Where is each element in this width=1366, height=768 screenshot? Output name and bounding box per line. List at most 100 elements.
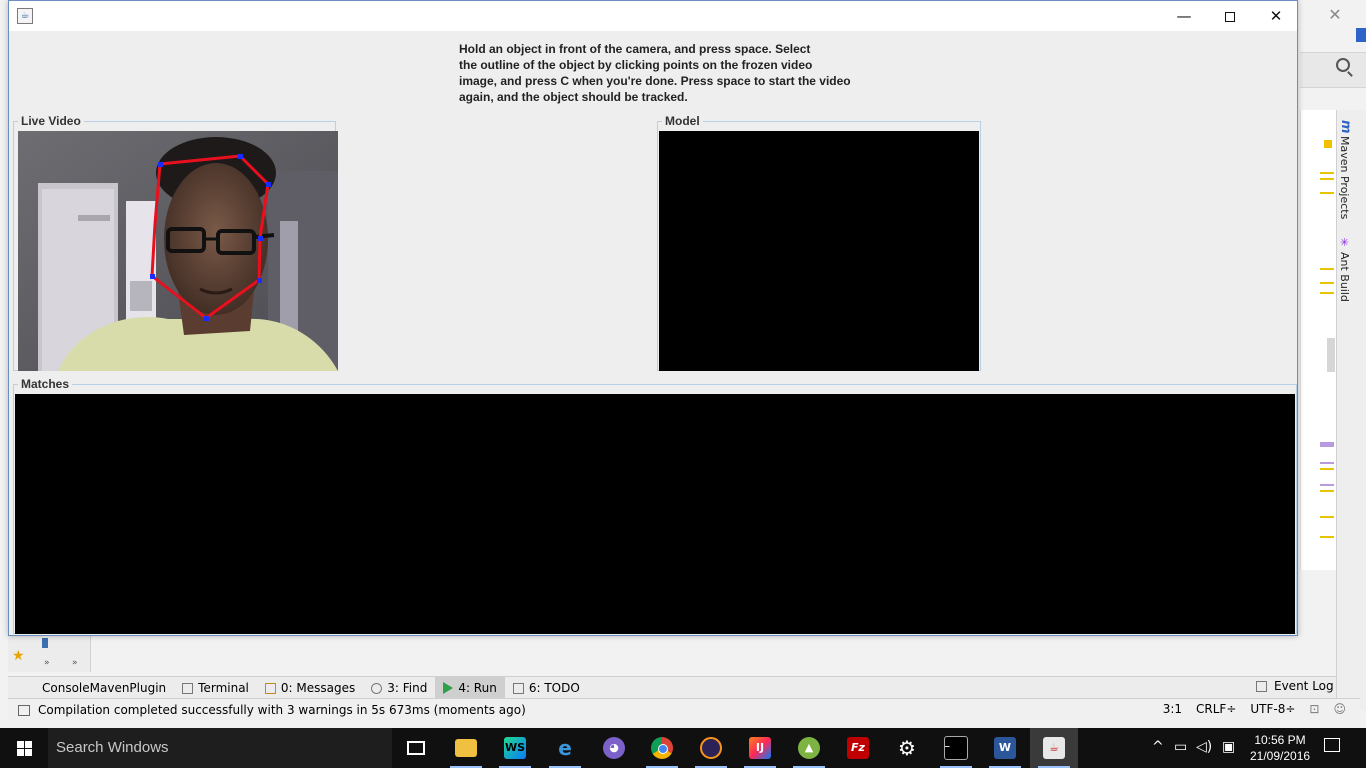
cmd-icon[interactable]: _ [932,728,980,768]
windows-taskbar: Search Windows WS e ◕ IJ ▲ Fz ⚙ _ W ☕ ^ … [0,728,1366,768]
taskbar-search[interactable]: Search Windows [48,728,392,768]
volume-icon[interactable]: ◁) [1196,739,1212,755]
matches-canvas [15,394,1295,634]
live-video-feed[interactable] [18,131,338,371]
show-hidden-icons-icon[interactable]: ^ [1152,739,1164,755]
java-window-icon[interactable]: ☕ [17,8,33,24]
warning-marker[interactable] [1320,490,1334,492]
todo-icon [512,682,524,694]
ide-close-icon[interactable]: ✕ [1326,6,1344,24]
webstorm-icon[interactable]: WS [491,728,539,768]
status-message[interactable]: Compilation completed successfully with … [38,703,526,717]
matches-panel: Matches [13,377,1297,634]
tab-label: 6: TODO [528,681,580,695]
ant-icon: ✳ [1338,236,1351,249]
maximize-button[interactable] [1207,1,1253,31]
intellij-icon[interactable]: IJ [736,728,784,768]
tab-label: Terminal [198,681,249,695]
android-studio-icon[interactable]: ▲ [785,728,833,768]
tab-label: ConsoleMavenPlugin [42,681,167,695]
network-icon[interactable]: ▣ [1222,739,1235,755]
tab-ant-build[interactable]: Ant Build [1338,252,1351,302]
live-video-panel: Live Video [13,114,338,371]
tab-label: 3: Find [387,681,428,695]
tab-messages[interactable]: 0: Messages [257,677,363,699]
tab-find[interactable]: 3: Find [363,677,435,699]
windows-logo-icon [17,741,32,756]
chrome-icon[interactable] [638,728,686,768]
warning-marker[interactable] [1320,516,1334,518]
start-button[interactable] [0,728,48,768]
model-title: Model [662,114,703,128]
search-placeholder: Search Windows [56,739,169,756]
warning-marker[interactable] [1320,172,1334,174]
instruction-line: Hold an object in front of the camera, a… [459,42,811,56]
run-icon [443,682,454,694]
warning-marker[interactable] [1320,292,1334,294]
filezilla-icon[interactable]: Fz [834,728,882,768]
window-titlebar[interactable]: ☕ — ✕ [9,1,1297,31]
clock-time: 10:56 PM [1254,733,1306,747]
tab-terminal[interactable]: Terminal [174,677,257,699]
status-indicators: 3:1 CRLF÷ UTF-8÷ ⊡ ☺ [1163,702,1346,716]
event-log-icon [1256,680,1267,692]
video-frame[interactable] [18,131,338,371]
line-separator[interactable]: CRLF÷ [1196,702,1236,716]
messages-icon [264,682,276,694]
ide-run-toolbar: ★ » » [8,636,91,672]
favorites-icon[interactable]: ★ [12,648,25,664]
bottom-tool-tabs: ConsoleMavenPlugin Terminal 0: Messages … [8,676,1336,699]
github-desktop-icon[interactable]: ◕ [590,728,638,768]
tab-run[interactable]: 4: Run [435,677,505,699]
clock-date: 21/09/2016 [1250,749,1311,763]
battery-icon[interactable]: ▭ [1174,739,1187,755]
taskbar-clock[interactable]: 10:56 PM 21/09/2016 [1250,732,1310,764]
tab-label: 0: Messages [280,681,356,695]
instruction-line: image, and press C when you're done. Pre… [459,74,851,88]
tab-todo[interactable]: 6: TODO [505,677,588,699]
ide-status-bar: Compilation completed successfully with … [8,698,1360,721]
warning-marker[interactable] [1320,178,1334,180]
maximize-icon [1225,11,1235,22]
more-icon[interactable]: » [72,658,78,668]
toggle-tool-windows-icon[interactable] [18,704,30,716]
file-explorer-icon[interactable] [442,728,490,768]
event-log-button[interactable]: Event Log [1256,679,1334,693]
change-marker[interactable] [1320,442,1334,447]
inspector-icon[interactable]: ☺ [1333,702,1346,716]
warning-marker[interactable] [1320,536,1334,538]
warning-marker[interactable] [1320,282,1334,284]
event-log-label: Event Log [1274,679,1334,693]
change-marker[interactable] [1320,462,1334,464]
close-button[interactable]: ✕ [1253,1,1299,31]
lock-icon[interactable]: ⊡ [1309,702,1319,716]
task-view-icon[interactable] [392,728,440,768]
warning-marker[interactable] [1324,140,1332,148]
ide-scrollbar[interactable] [1327,338,1335,372]
java-app-window: ☕ — ✕ Hold an object in front of the cam… [8,0,1298,636]
warning-marker[interactable] [1320,468,1334,470]
java-icon[interactable]: ☕ [1030,728,1078,768]
change-marker[interactable] [1320,484,1334,486]
settings-icon[interactable]: ⚙ [883,728,931,768]
warning-marker[interactable] [1320,192,1334,194]
model-panel: Model [657,114,981,371]
ide-edge-indicator [1356,28,1366,42]
instructions-text: Hold an object in front of the camera, a… [459,41,879,105]
tab-maven-projects[interactable]: Maven Projects [1338,136,1351,219]
maven-icon: m [1338,120,1353,134]
live-video-title: Live Video [18,114,84,128]
minimize-button[interactable]: — [1161,1,1207,31]
warning-marker[interactable] [1320,268,1334,270]
more-icon[interactable]: » [44,658,50,668]
ide-search-bar[interactable] [1300,52,1366,88]
edge-icon[interactable]: e [541,728,589,768]
action-center-icon[interactable] [1324,738,1340,752]
pause-icon[interactable] [42,638,48,648]
tab-console-maven-plugin[interactable]: ConsoleMavenPlugin [8,677,174,699]
file-encoding[interactable]: UTF-8÷ [1250,702,1295,716]
eclipse-icon[interactable] [687,728,735,768]
search-icon[interactable] [1336,58,1350,72]
word-icon[interactable]: W [981,728,1029,768]
caret-position[interactable]: 3:1 [1163,702,1182,716]
